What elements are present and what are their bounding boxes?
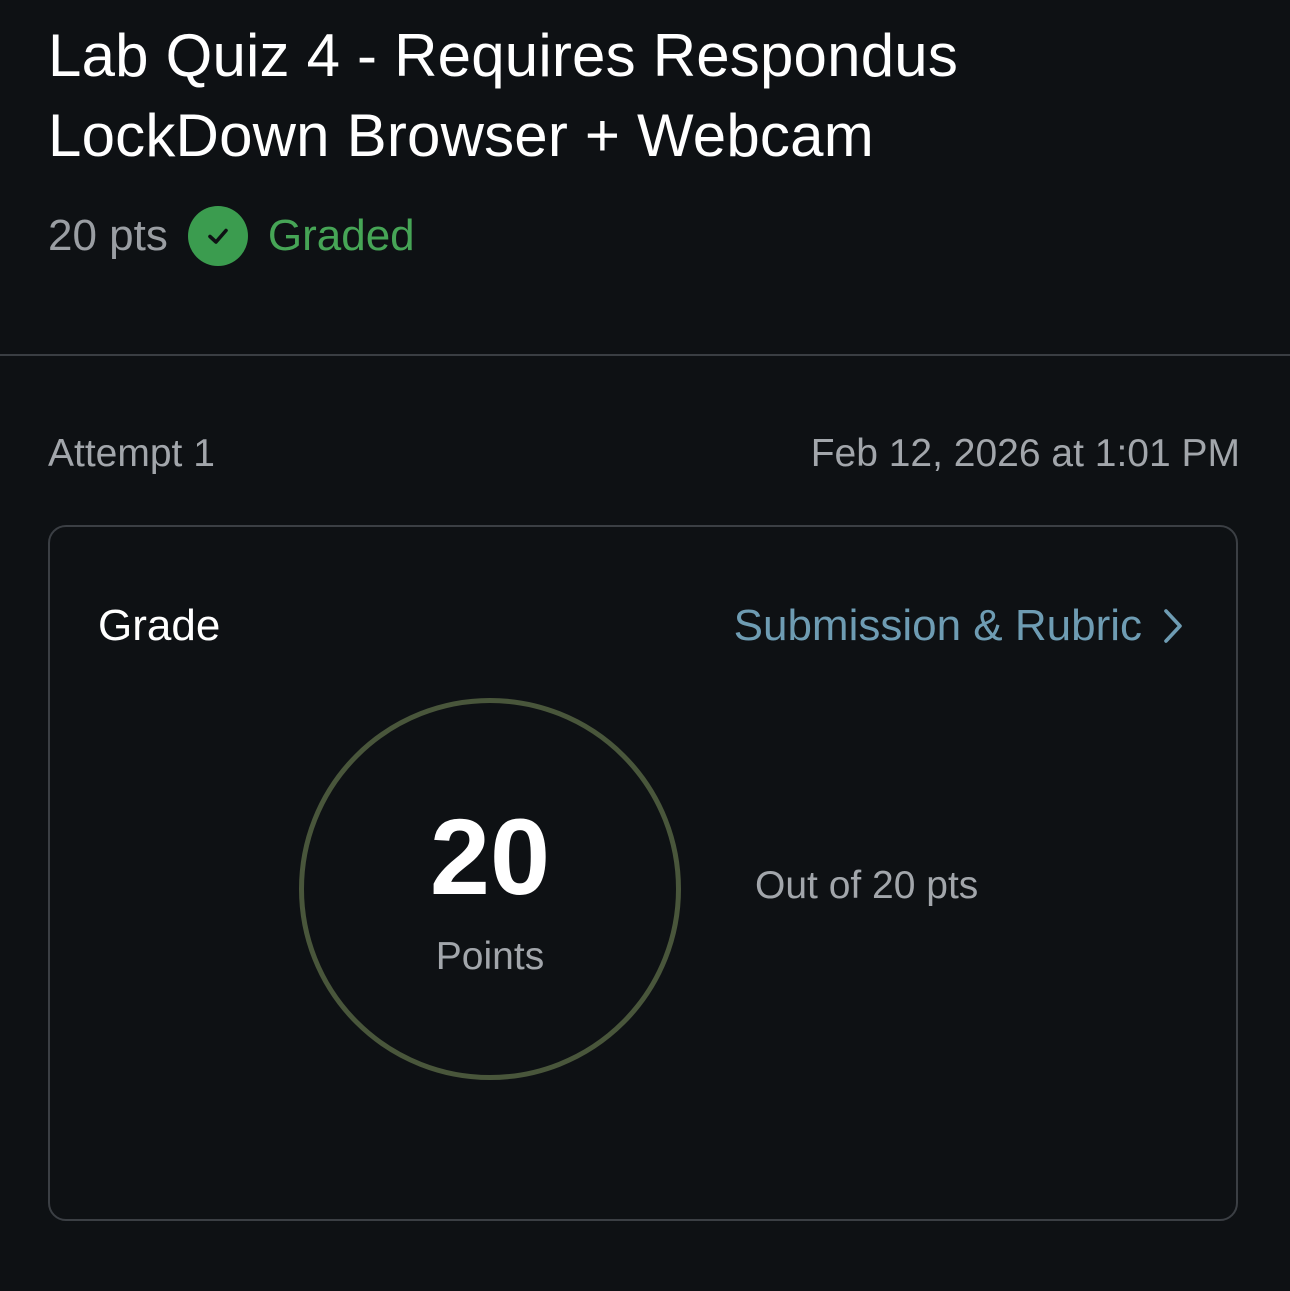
section-divider xyxy=(0,354,1290,356)
graded-status: Graded xyxy=(267,211,415,260)
attempt-row: Attempt 1 Feb 12, 2026 at 1:01 PM xyxy=(48,426,1240,482)
chevron-right-icon xyxy=(1162,607,1184,645)
points-possible: 20 pts xyxy=(48,211,168,260)
assignment-details-page: Lab Quiz 4 - Requires Respondus LockDown… xyxy=(0,0,1290,1291)
check-circle-icon xyxy=(187,206,248,266)
score-ring: 20 Points xyxy=(299,698,681,1080)
score-unit-label: Points xyxy=(435,935,545,978)
submission-date: Feb 12, 2026 at 1:01 PM xyxy=(810,432,1240,475)
grade-label: Grade xyxy=(98,601,221,650)
grade-card: Grade Submission & Rubric 20 Points Out … xyxy=(48,525,1238,1221)
assignment-title: Lab Quiz 4 - Requires Respondus LockDown… xyxy=(48,22,959,169)
submission-rubric-link[interactable]: Submission & Rubric xyxy=(734,599,1184,653)
score-value: 20 xyxy=(429,796,551,917)
attempt-label: Attempt 1 xyxy=(48,432,215,475)
assignment-meta: 20 pts Graded xyxy=(48,204,415,268)
submission-rubric-label: Submission & Rubric xyxy=(733,601,1142,650)
out-of-points: Out of 20 pts xyxy=(755,864,979,907)
assignment-header: Lab Quiz 4 - Requires Respondus LockDown… xyxy=(48,16,1248,176)
